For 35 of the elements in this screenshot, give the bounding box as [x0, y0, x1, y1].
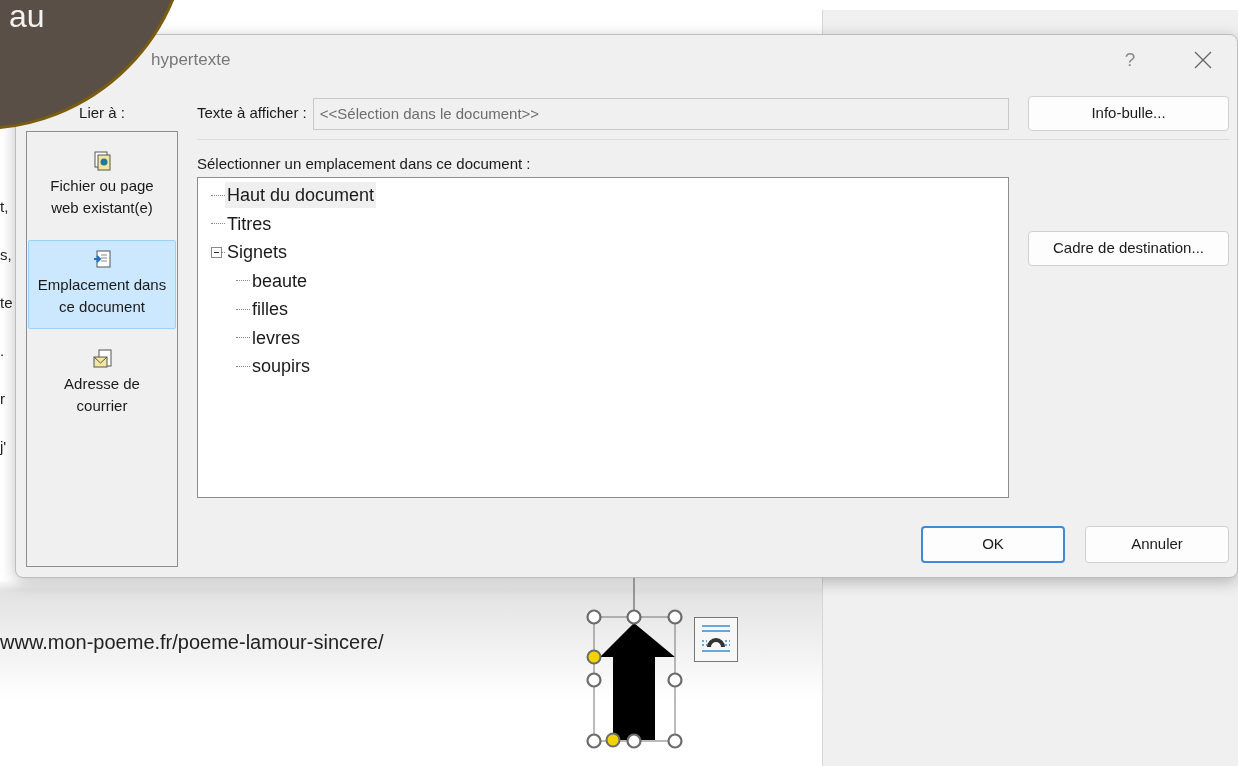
- ok-button[interactable]: OK: [921, 526, 1065, 563]
- page-arrow-icon: [91, 249, 113, 270]
- link-type-label: Emplacement dans ce document: [37, 275, 167, 317]
- link-type-item[interactable]: Emplacement dans ce document: [28, 240, 176, 329]
- text-fragment: t,: [0, 197, 10, 217]
- link-type-item[interactable]: Fichier ou page web existant(e): [28, 141, 176, 230]
- layout-options-icon[interactable]: [694, 617, 738, 662]
- tree-item[interactable]: filles: [250, 296, 290, 323]
- text-fragment: r: [0, 389, 6, 409]
- page-globe-icon: [91, 150, 113, 171]
- tree-item[interactable]: beaute: [250, 267, 310, 294]
- link-type-item[interactable]: Adresse de courrier: [28, 339, 176, 428]
- tree-item[interactable]: soupirs: [250, 353, 313, 380]
- web-address-text: www.mon-poeme.fr/poeme-lamour-sincere/: [0, 630, 384, 655]
- link-type-label: Adresse de courrier: [64, 374, 140, 416]
- tree-item[interactable]: levres: [250, 324, 302, 351]
- overlay-text: au: [9, 0, 45, 32]
- tooltip-button[interactable]: Info-bulle...: [1028, 96, 1229, 131]
- collapse-icon[interactable]: [211, 246, 225, 258]
- dialog-title: hypertexte: [151, 49, 232, 72]
- tree-item[interactable]: Signets: [225, 239, 290, 266]
- text-fragment: .: [0, 341, 6, 361]
- tree-item[interactable]: Haut du document: [225, 182, 377, 209]
- link-type-label: Fichier ou page web existant(e): [50, 176, 154, 218]
- display-text-label: Texte à afficher :: [197, 103, 307, 124]
- target-frame-button[interactable]: Cadre de destination...: [1028, 231, 1229, 266]
- text-fragment: te: [0, 293, 13, 313]
- text-fragment: s,: [0, 245, 13, 265]
- location-label: Sélectionner un emplacement dans ce document :: [197, 154, 532, 174]
- text-fragment: j': [0, 437, 8, 457]
- close-icon[interactable]: [1194, 51, 1212, 69]
- cancel-button[interactable]: Annuler: [1085, 526, 1229, 563]
- link-to-label: Lier à :: [79, 103, 125, 123]
- envelope-page-icon: [91, 348, 113, 369]
- tree-item[interactable]: Titres: [225, 210, 274, 237]
